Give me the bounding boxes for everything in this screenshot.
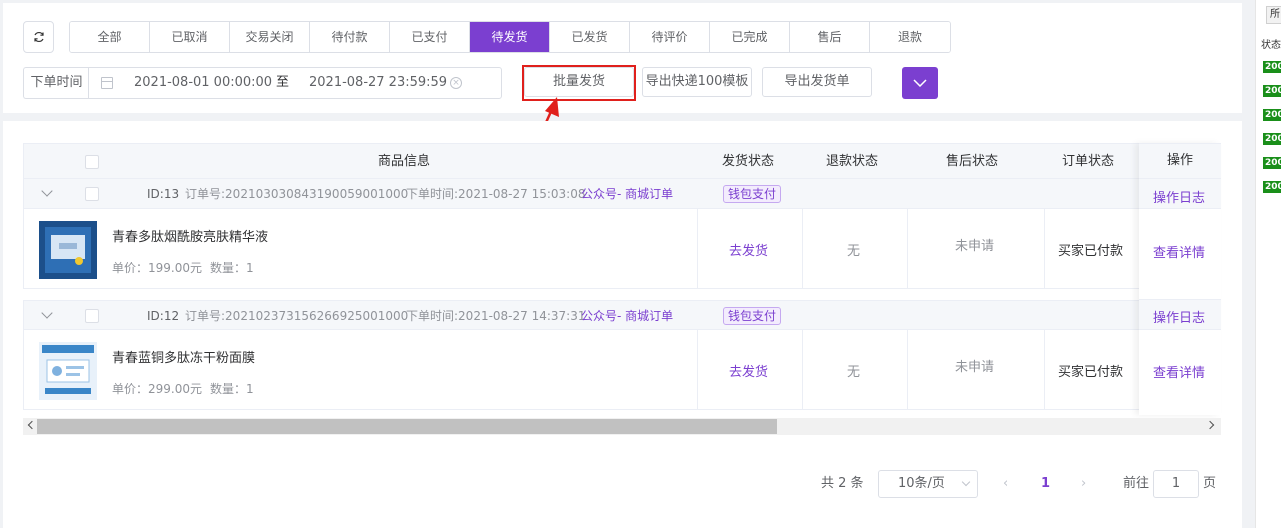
tab-aftersale[interactable]: 售后	[790, 22, 870, 52]
ship-link[interactable]: 去发货	[729, 240, 768, 259]
row-checkbox[interactable]	[85, 187, 99, 201]
tab-to-review[interactable]: 待评价	[630, 22, 710, 52]
tab-all[interactable]: 全部	[70, 22, 150, 52]
order-header-row: ID:13 订单号:202103030843190059001000 下单时间:…	[23, 179, 1221, 209]
header-product: 商品信息	[378, 154, 431, 169]
header-aftersale-status: 售后状态	[946, 154, 999, 169]
scroll-right-icon[interactable]	[1205, 420, 1215, 430]
tab-refund[interactable]: 退款	[870, 22, 950, 52]
operations-column: 操作 操作日志 查看详情 操作日志 查看详情	[1139, 143, 1221, 415]
goto-label: 前往	[1123, 476, 1150, 491]
view-detail-link[interactable]: 查看详情	[1153, 242, 1205, 261]
refresh-icon	[33, 31, 44, 43]
product-qty: 数量：1	[210, 382, 254, 396]
table-header: 商品信息 发货状态 退款状态 售后状态 订单状态	[23, 143, 1221, 179]
tab-unpaid[interactable]: 待付款	[310, 22, 390, 52]
op-log-link[interactable]: 操作日志	[1153, 187, 1205, 206]
expand-row-icon[interactable]	[41, 307, 53, 319]
range-separator: 至	[276, 75, 290, 90]
order-id: ID:12	[147, 309, 180, 323]
order-source: 公众号- 商城订单	[581, 309, 674, 323]
side-panel-header[interactable]: 所	[1266, 6, 1281, 24]
order-id: ID:13	[147, 187, 180, 201]
date-label: 下单时间	[23, 67, 89, 99]
order-table: 商品信息 发货状态 退款状态 售后状态 订单状态 ID:13 订单号:20210…	[23, 143, 1221, 415]
order-number: 订单号:202102373156266925001000	[185, 309, 409, 323]
chevron-down-icon	[961, 477, 971, 487]
product-name[interactable]: 青春多肽烟酰胺亮肤精华液	[112, 226, 268, 245]
refund-status: 无	[847, 365, 861, 380]
row-checkbox[interactable]	[85, 309, 99, 323]
page-size-select[interactable]: 10条/页	[878, 470, 978, 498]
calendar-icon	[101, 77, 113, 89]
filter-panel: 全部 已取消 交易关闭 待付款 已支付 待发货 已发货 待评价 已完成 售后 退…	[3, 3, 1242, 113]
order-header-row: ID:12 订单号:202102373156266925001000 下单时间:…	[23, 300, 1221, 330]
aftersale-status: 未申请	[955, 360, 995, 375]
next-page-icon[interactable]: ›	[1081, 470, 1086, 498]
product-qty: 数量：1	[210, 261, 254, 275]
order-time: 下单时间:2021-08-27 15:03:08	[406, 187, 586, 201]
status-badge: 200	[1263, 61, 1281, 73]
order-item-row: 青春多肽烟酰胺亮肤精华液 单价：199.00元 数量：1 去发货 无 未申请 买…	[23, 209, 1221, 289]
chevron-down-icon	[913, 79, 927, 87]
expand-button[interactable]	[902, 67, 938, 99]
order-number: 订单号:202103030843190059001000	[185, 187, 409, 201]
product-price: 单价：299.00元	[112, 382, 202, 396]
header-ops: 操作	[1139, 143, 1221, 179]
product-name[interactable]: 青春蓝铜多肽冻干粉面膜	[112, 347, 255, 366]
select-all-checkbox[interactable]	[85, 155, 99, 169]
scrollbar-thumb[interactable]	[37, 419, 777, 434]
order-time: 下单时间:2021-08-27 14:37:31	[406, 309, 586, 323]
prev-page-icon[interactable]: ‹	[1003, 470, 1008, 498]
expand-row-icon[interactable]	[41, 185, 53, 197]
header-refund-status: 退款状态	[826, 154, 879, 169]
side-network-panel: 所 状态 200 200 200 200 200 200	[1255, 0, 1281, 528]
status-badge: 200	[1263, 133, 1281, 145]
tab-paid[interactable]: 已支付	[390, 22, 470, 52]
refresh-button[interactable]	[23, 21, 54, 53]
total-count: 共 2 条	[821, 476, 864, 491]
start-date-input[interactable]: 2021-08-01 00:00:00	[134, 68, 272, 98]
tab-cancelled[interactable]: 已取消	[150, 22, 230, 52]
ship-link[interactable]: 去发货	[729, 361, 768, 380]
order-source: 公众号- 商城订单	[581, 187, 674, 201]
status-tabs: 全部 已取消 交易关闭 待付款 已支付 待发货 已发货 待评价 已完成 售后 退…	[69, 21, 951, 53]
header-ship-status: 发货状态	[722, 154, 775, 169]
order-item-row: 青春蓝铜多肽冻干粉面膜 单价：299.00元 数量：1 去发货 无 未申请 买家…	[23, 330, 1221, 410]
horizontal-scrollbar[interactable]	[23, 418, 1221, 435]
status-badge: 200	[1263, 109, 1281, 121]
tab-to-ship[interactable]: 待发货	[470, 22, 550, 52]
refund-status: 无	[847, 244, 861, 259]
aftersale-status: 未申请	[955, 239, 995, 254]
date-range-picker[interactable]: 2021-08-01 00:00:00 至 2021-08-27 23:59:5…	[88, 67, 502, 99]
page-size-value: 10条/页	[898, 476, 945, 491]
tab-shipped[interactable]: 已发货	[550, 22, 630, 52]
page-number-current[interactable]: 1	[1041, 470, 1050, 498]
view-detail-link[interactable]: 查看详情	[1153, 362, 1205, 381]
export-ship-button[interactable]: 导出发货单	[762, 67, 872, 97]
order-status: 买家已付款	[1058, 365, 1124, 380]
tab-completed[interactable]: 已完成	[710, 22, 790, 52]
header-order-status: 订单状态	[1062, 154, 1115, 169]
product-thumbnail[interactable]	[39, 342, 97, 400]
scroll-left-icon[interactable]	[27, 420, 37, 430]
page-unit-label: 页	[1203, 476, 1217, 491]
export-kuaidi100-button[interactable]: 导出快递100模板	[642, 67, 752, 97]
side-panel-status-label: 状态	[1261, 40, 1281, 51]
order-table-panel: 商品信息 发货状态 退款状态 售后状态 订单状态 ID:13 订单号:20210…	[3, 121, 1242, 528]
product-price: 单价：199.00元	[112, 261, 202, 275]
clear-icon[interactable]: ×	[450, 77, 462, 89]
order-status: 买家已付款	[1058, 244, 1124, 259]
end-date-input[interactable]: 2021-08-27 23:59:59	[309, 68, 447, 98]
status-badge: 200	[1263, 85, 1281, 97]
pay-type-badge: 钱包支付	[723, 307, 782, 325]
product-thumbnail[interactable]	[39, 221, 97, 279]
status-badge: 200	[1263, 181, 1281, 193]
pay-type-badge: 钱包支付	[723, 185, 782, 203]
status-badge: 200	[1263, 157, 1281, 169]
tab-closed[interactable]: 交易关闭	[230, 22, 310, 52]
goto-page-input[interactable]: 1	[1153, 470, 1199, 498]
op-log-link[interactable]: 操作日志	[1153, 307, 1205, 326]
